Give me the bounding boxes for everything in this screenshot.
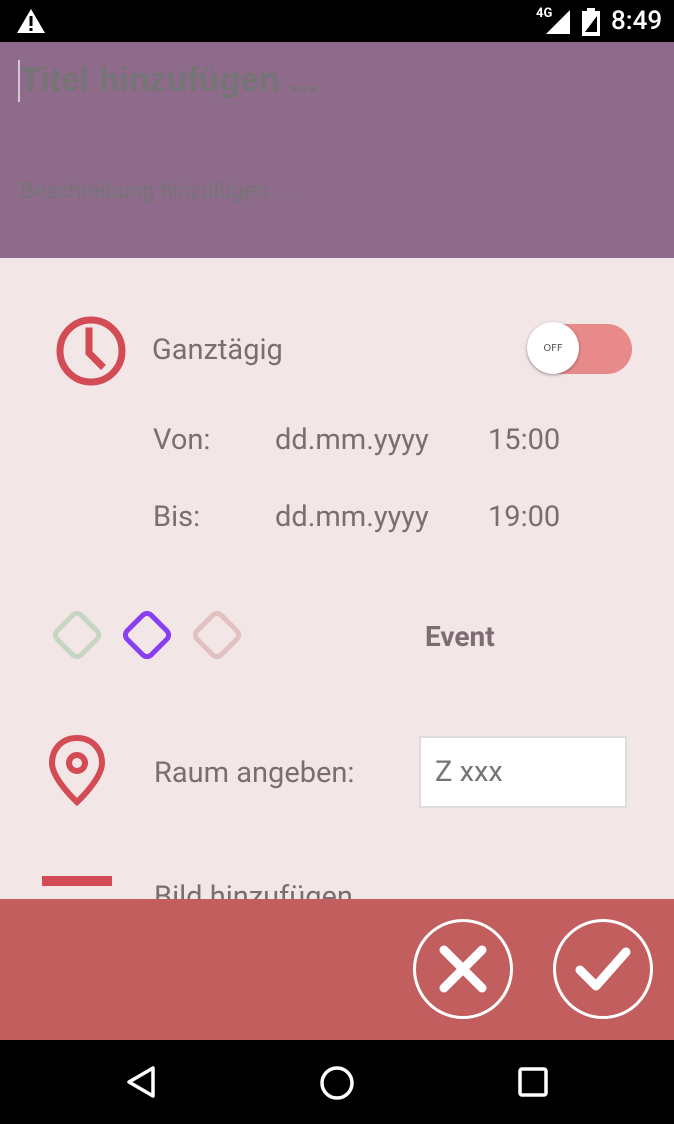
home-icon[interactable] [318, 1064, 356, 1102]
title-input[interactable] [18, 58, 640, 102]
description-input[interactable] [18, 174, 642, 208]
action-bar [0, 899, 674, 1040]
from-time-field[interactable]: 15:00 [488, 423, 560, 457]
confirm-button[interactable] [553, 919, 653, 1019]
recents-icon[interactable] [516, 1065, 550, 1099]
from-label: Von: [153, 423, 211, 457]
location-pin-icon [48, 734, 106, 806]
room-input[interactable] [419, 736, 627, 808]
add-image-label: Bild hinzufügen [154, 880, 353, 899]
back-icon[interactable] [124, 1064, 158, 1100]
category-label: Event [425, 620, 495, 653]
checkmark-icon [575, 947, 631, 991]
clock-icon [56, 316, 126, 386]
room-label: Raum angeben: [154, 756, 355, 790]
battery-icon [582, 8, 600, 36]
cancel-button[interactable] [413, 919, 513, 1019]
all-day-label: Ganztägig [152, 333, 283, 367]
all-day-toggle[interactable]: OFF [527, 322, 632, 376]
add-image-icon [42, 876, 112, 886]
to-time-field[interactable]: 19:00 [488, 500, 560, 534]
toggle-state-label: OFF [527, 322, 579, 374]
category-diamond-pink[interactable] [186, 604, 248, 668]
navigation-bar [0, 1040, 674, 1124]
clock: 8:49 [611, 6, 663, 36]
to-label: Bis: [153, 500, 201, 534]
text-cursor [18, 60, 20, 102]
status-bar: 4G 8:49 [0, 0, 674, 42]
close-icon [439, 945, 487, 993]
category-diamond-purple[interactable] [116, 604, 178, 668]
from-date-field[interactable]: dd.mm.yyyy [275, 423, 429, 457]
signal-icon [546, 10, 570, 34]
to-date-field[interactable]: dd.mm.yyyy [275, 500, 429, 534]
add-image-row[interactable]: Bild hinzufügen [0, 860, 674, 899]
warning-icon [17, 9, 45, 33]
category-diamond-green[interactable] [46, 604, 108, 668]
